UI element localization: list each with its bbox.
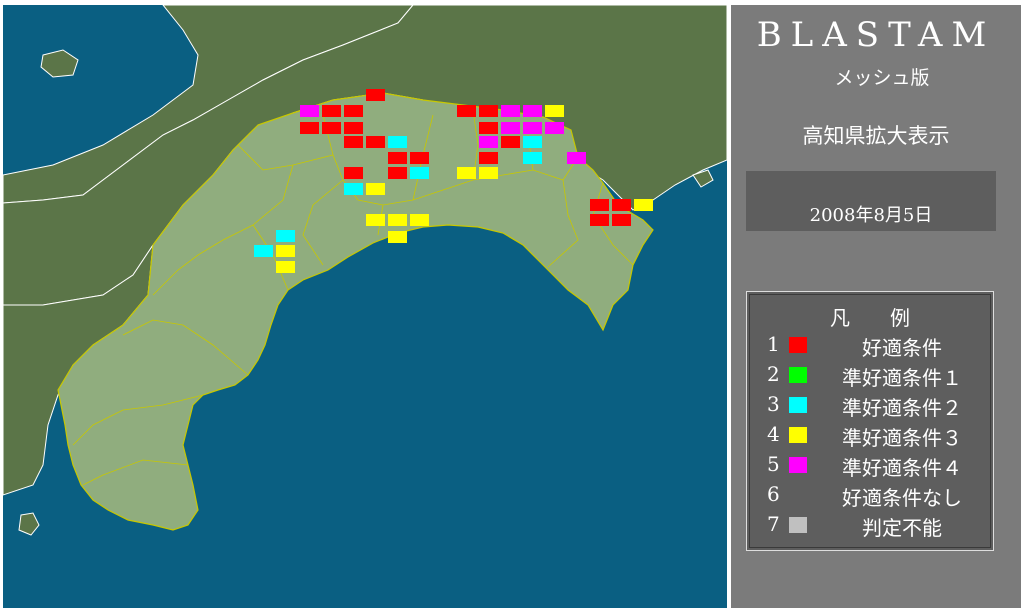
legend-item-5: 5 準好適条件４ bbox=[747, 452, 993, 480]
mesh-cell-yellow bbox=[634, 199, 653, 211]
legend-label: 準好適条件４ bbox=[842, 456, 962, 480]
legend-swatch bbox=[789, 427, 807, 443]
app-frame: BLASTAM メッシュ版 高知県拡大表示 2008年8月5日 凡 例 1 好適… bbox=[0, 0, 1024, 612]
mesh-cell-red bbox=[612, 214, 631, 226]
legend-swatch bbox=[789, 337, 807, 353]
legend-label: 好適条件なし bbox=[842, 486, 962, 510]
mesh-cell-red bbox=[479, 105, 498, 117]
mesh-cell-cyan bbox=[254, 245, 273, 257]
mesh-cell-red bbox=[366, 89, 385, 101]
legend-item-4: 4 準好適条件３ bbox=[747, 422, 993, 450]
mesh-cell-red bbox=[322, 122, 341, 134]
legend-num: 5 bbox=[767, 452, 780, 476]
mesh-cell-cyan bbox=[276, 230, 295, 242]
mesh-cell-red bbox=[612, 199, 631, 211]
legend-swatch bbox=[789, 517, 807, 533]
legend-title: 凡 例 bbox=[830, 306, 910, 330]
legend-item-7: 7 判定不能 bbox=[747, 512, 993, 540]
mesh-cell-red bbox=[590, 214, 609, 226]
mesh-cell-magenta bbox=[545, 122, 564, 134]
mesh-cell-cyan bbox=[410, 167, 429, 179]
mesh-cell-yellow bbox=[479, 167, 498, 179]
mesh-cell-yellow bbox=[276, 245, 295, 257]
mesh-cell-yellow bbox=[276, 261, 295, 273]
date-box: 2008年8月5日 bbox=[746, 171, 996, 231]
legend-num: 7 bbox=[767, 512, 780, 536]
mesh-cell-cyan bbox=[523, 136, 542, 148]
mesh-cell-red bbox=[322, 105, 341, 117]
mesh-cell-cyan bbox=[523, 152, 542, 164]
mesh-cell-yellow bbox=[410, 214, 429, 226]
mesh-cell-magenta bbox=[479, 136, 498, 148]
mesh-cell-red bbox=[344, 105, 363, 117]
mesh-cell-red bbox=[590, 199, 609, 211]
app-subtitle: メッシュ版 bbox=[834, 67, 930, 89]
mesh-cell-red bbox=[479, 152, 498, 164]
mesh-cell-cyan bbox=[388, 136, 407, 148]
mesh-cell-yellow bbox=[388, 231, 407, 243]
legend-label: 準好適条件２ bbox=[842, 396, 962, 420]
legend-label: 準好適条件１ bbox=[842, 366, 962, 390]
mesh-cell-magenta bbox=[300, 105, 319, 117]
legend-item-1: 1 好適条件 bbox=[747, 332, 993, 360]
mesh-cell-magenta bbox=[501, 105, 520, 117]
mesh-cell-magenta bbox=[523, 122, 542, 134]
mesh-cell-red bbox=[479, 122, 498, 134]
legend-item-3: 3 準好適条件２ bbox=[747, 392, 993, 420]
legend-item-6: 6 好適条件なし bbox=[747, 482, 993, 510]
mesh-cell-red bbox=[457, 105, 476, 117]
mesh-cell-yellow bbox=[545, 105, 564, 117]
mesh-cell-yellow bbox=[366, 183, 385, 195]
legend-item-2: 2 準好適条件１ bbox=[747, 362, 993, 390]
legend-swatch bbox=[789, 457, 807, 473]
legend: 凡 例 1 好適条件 2 準好適条件１ 3 準好適条件２ 4 準好適条件３ 5 … bbox=[746, 291, 994, 551]
mesh-cell-red bbox=[344, 136, 363, 148]
legend-swatch bbox=[789, 397, 807, 413]
legend-label: 好適条件 bbox=[862, 336, 942, 360]
mesh-cell-magenta bbox=[567, 152, 586, 164]
mesh-cell-red bbox=[501, 136, 520, 148]
mesh-cell-yellow bbox=[388, 214, 407, 226]
mesh-cell-red bbox=[300, 122, 319, 134]
mesh-cell-red bbox=[388, 152, 407, 164]
legend-swatch bbox=[789, 367, 807, 383]
region-title: 高知県拡大表示 bbox=[802, 124, 950, 148]
mesh-cell-cyan bbox=[344, 183, 363, 195]
legend-num: 3 bbox=[767, 392, 780, 416]
kochi-map[interactable] bbox=[3, 5, 727, 608]
legend-num: 6 bbox=[767, 482, 780, 506]
app-title: BLASTAM bbox=[756, 15, 996, 55]
mesh-cell-red bbox=[344, 167, 363, 179]
legend-num: 1 bbox=[767, 332, 780, 356]
legend-label: 判定不能 bbox=[862, 516, 942, 540]
mesh-cell-yellow bbox=[366, 214, 385, 226]
legend-num: 4 bbox=[767, 422, 780, 446]
mesh-cell-red bbox=[344, 122, 363, 134]
mesh-cell-red bbox=[366, 136, 385, 148]
date-text: 2008年8月5日 bbox=[809, 205, 933, 226]
mesh-cell-red bbox=[388, 167, 407, 179]
legend-label: 準好適条件３ bbox=[842, 426, 962, 450]
mesh-cell-yellow bbox=[457, 167, 476, 179]
info-panel: BLASTAM メッシュ版 高知県拡大表示 2008年8月5日 凡 例 1 好適… bbox=[731, 5, 1021, 608]
mesh-cell-red bbox=[410, 152, 429, 164]
legend-num: 2 bbox=[767, 362, 780, 386]
mesh-cell-magenta bbox=[501, 122, 520, 134]
mesh-cell-magenta bbox=[523, 105, 542, 117]
